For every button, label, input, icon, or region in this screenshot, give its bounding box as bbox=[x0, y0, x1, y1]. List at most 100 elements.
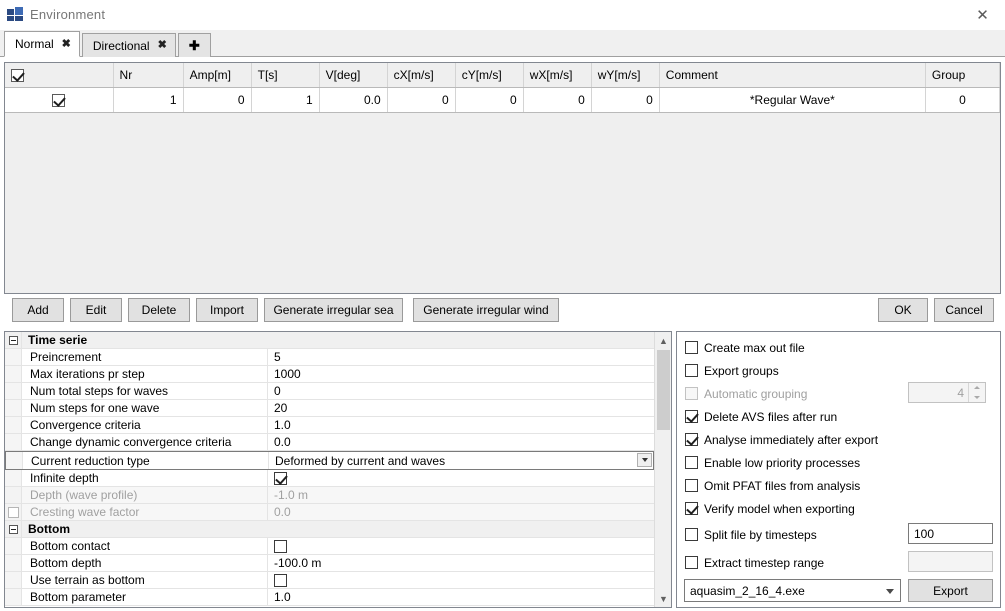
edit-button[interactable]: Edit bbox=[70, 298, 122, 322]
row-select-cell[interactable] bbox=[5, 87, 114, 113]
property-value[interactable] bbox=[267, 538, 654, 554]
property-row[interactable]: Bottom contact bbox=[5, 538, 654, 555]
cell-cx[interactable]: 0 bbox=[387, 87, 456, 113]
cell-nr[interactable]: 1 bbox=[113, 87, 184, 113]
cell-cy[interactable]: 0 bbox=[455, 87, 524, 113]
delete-button[interactable]: Delete bbox=[128, 298, 190, 322]
cell-v[interactable]: 0.0 bbox=[319, 87, 388, 113]
property-row[interactable]: Preincrement 5 bbox=[5, 349, 654, 366]
scrollbar-thumb[interactable] bbox=[657, 350, 670, 430]
generate-irregular-wind-button[interactable]: Generate irregular wind bbox=[413, 298, 559, 322]
option-analyse-immediately[interactable]: Analyse immediately after export bbox=[685, 431, 878, 448]
scroll-down-icon[interactable]: ▼ bbox=[655, 590, 671, 607]
property-row[interactable]: Max iterations pr step 1000 bbox=[5, 366, 654, 383]
property-grid-scrollbar[interactable]: ▲ ▼ bbox=[654, 332, 671, 607]
cell-t[interactable]: 1 bbox=[251, 87, 320, 113]
cell-wx[interactable]: 0 bbox=[523, 87, 592, 113]
option-verify-model[interactable]: Verify model when exporting bbox=[685, 500, 855, 517]
option-export-groups[interactable]: Export groups bbox=[685, 362, 779, 379]
property-section-header[interactable]: Bottom bbox=[5, 521, 654, 538]
verify-model-checkbox[interactable] bbox=[685, 502, 698, 515]
cell-group[interactable]: 0 bbox=[925, 87, 1000, 113]
tab-add-button[interactable]: ✚ bbox=[177, 33, 211, 57]
close-icon[interactable]: ✕ bbox=[960, 0, 1005, 30]
property-value[interactable]: 1.0 bbox=[267, 417, 654, 433]
property-row[interactable]: Bottom depth -100.0 m bbox=[5, 555, 654, 572]
scroll-up-icon[interactable]: ▲ bbox=[655, 332, 671, 349]
col-header-group[interactable]: Group bbox=[925, 63, 1000, 88]
property-row[interactable]: Use terrain as bottom bbox=[5, 572, 654, 589]
option-create-max-out-file[interactable]: Create max out file bbox=[685, 339, 805, 356]
export-groups-checkbox[interactable] bbox=[685, 364, 698, 377]
cell-wy[interactable]: 0 bbox=[591, 87, 660, 113]
import-button[interactable]: Import bbox=[196, 298, 258, 322]
property-value[interactable]: -100.0 m bbox=[267, 555, 654, 571]
option-extract-timestep-range[interactable]: Extract timestep range bbox=[685, 554, 824, 571]
low-priority-processes-checkbox[interactable] bbox=[685, 456, 698, 469]
generate-irregular-sea-button[interactable]: Generate irregular sea bbox=[264, 298, 403, 322]
cell-comment[interactable]: *Regular Wave* bbox=[659, 87, 926, 113]
property-row[interactable]: Convergence criteria 1.0 bbox=[5, 417, 654, 434]
option-split-file-by-timesteps[interactable]: Split file by timesteps bbox=[685, 526, 817, 543]
col-header-cy[interactable]: cY[m/s] bbox=[455, 63, 524, 88]
property-value[interactable]: 0.0 bbox=[267, 504, 654, 520]
property-value[interactable]: 5 bbox=[267, 349, 654, 365]
omit-pfat-files-checkbox[interactable] bbox=[685, 479, 698, 492]
option-low-priority-processes[interactable]: Enable low priority processes bbox=[685, 454, 860, 471]
cancel-button[interactable]: Cancel bbox=[934, 298, 994, 322]
split-file-input[interactable]: 100 bbox=[908, 523, 993, 544]
property-row[interactable]: Num steps for one wave 20 bbox=[5, 400, 654, 417]
tab-directional-close-icon[interactable]: ✖ bbox=[158, 40, 167, 51]
property-row[interactable]: Bottom parameter 1.0 bbox=[5, 589, 654, 606]
delete-avs-files-checkbox[interactable] bbox=[685, 410, 698, 423]
table-row[interactable]: 1 0 1 0.0 0 0 0 0 *Regular Wave* 0 bbox=[5, 87, 1000, 113]
property-value[interactable] bbox=[267, 572, 654, 588]
create-max-out-file-checkbox[interactable] bbox=[685, 341, 698, 354]
property-value[interactable]: -1.0 m bbox=[267, 487, 654, 503]
collapse-toggle-icon[interactable] bbox=[5, 332, 22, 348]
property-row[interactable]: Infinite depth bbox=[5, 470, 654, 487]
analyse-immediately-checkbox[interactable] bbox=[685, 433, 698, 446]
col-header-cx[interactable]: cX[m/s] bbox=[387, 63, 456, 88]
property-row[interactable]: Change dynamic convergence criteria 0.0 bbox=[5, 434, 654, 451]
property-value[interactable]: 20 bbox=[267, 400, 654, 416]
export-button[interactable]: Export bbox=[908, 579, 993, 602]
col-header-v[interactable]: V[deg] bbox=[319, 63, 388, 88]
property-row-checkbox[interactable] bbox=[7, 506, 19, 518]
ok-button[interactable]: OK bbox=[878, 298, 928, 322]
chevron-down-icon[interactable] bbox=[637, 453, 652, 467]
col-header-wy[interactable]: wY[m/s] bbox=[591, 63, 660, 88]
property-value[interactable]: 0 bbox=[267, 383, 654, 399]
property-value-checkbox[interactable] bbox=[274, 573, 287, 587]
col-header-comment[interactable]: Comment bbox=[659, 63, 926, 88]
select-all-checkbox[interactable] bbox=[11, 68, 24, 82]
property-value[interactable]: 1.0 bbox=[267, 589, 654, 605]
tab-directional[interactable]: Directional ✖ bbox=[81, 33, 176, 57]
tab-normal[interactable]: Normal ✖ bbox=[4, 31, 80, 57]
extract-timestep-checkbox[interactable] bbox=[685, 556, 698, 569]
add-button[interactable]: Add bbox=[12, 298, 64, 322]
property-value[interactable] bbox=[267, 470, 654, 486]
property-row[interactable]: Num total steps for waves 0 bbox=[5, 383, 654, 400]
property-combo[interactable]: Deformed by current and waves bbox=[268, 452, 653, 469]
option-omit-pfat-files[interactable]: Omit PFAT files from analysis bbox=[685, 477, 860, 494]
property-value[interactable]: 0.0 bbox=[267, 434, 654, 450]
col-header-nr[interactable]: Nr bbox=[113, 63, 184, 88]
property-section-header[interactable]: Time serie bbox=[5, 332, 654, 349]
property-value[interactable]: 1000 bbox=[267, 366, 654, 382]
select-all-header[interactable] bbox=[5, 63, 114, 88]
row-select-checkbox[interactable] bbox=[52, 93, 66, 107]
executable-select[interactable]: aquasim_2_16_4.exe bbox=[684, 579, 901, 602]
col-header-t[interactable]: T[s] bbox=[251, 63, 320, 88]
property-value-checkbox[interactable] bbox=[274, 471, 287, 485]
collapse-toggle-icon[interactable] bbox=[5, 521, 22, 537]
property-value-checkbox[interactable] bbox=[274, 539, 287, 553]
col-header-wx[interactable]: wX[m/s] bbox=[523, 63, 592, 88]
property-row[interactable]: Depth (wave profile) -1.0 m bbox=[5, 487, 654, 504]
split-file-checkbox[interactable] bbox=[685, 528, 698, 541]
col-header-amp[interactable]: Amp[m] bbox=[183, 63, 252, 88]
property-row[interactable]: Current reduction type Deformed by curren… bbox=[5, 451, 654, 470]
property-row[interactable]: Cresting wave factor 0.0 bbox=[5, 504, 654, 521]
tab-normal-close-icon[interactable]: ✖ bbox=[62, 38, 71, 50]
cell-amp[interactable]: 0 bbox=[183, 87, 252, 113]
